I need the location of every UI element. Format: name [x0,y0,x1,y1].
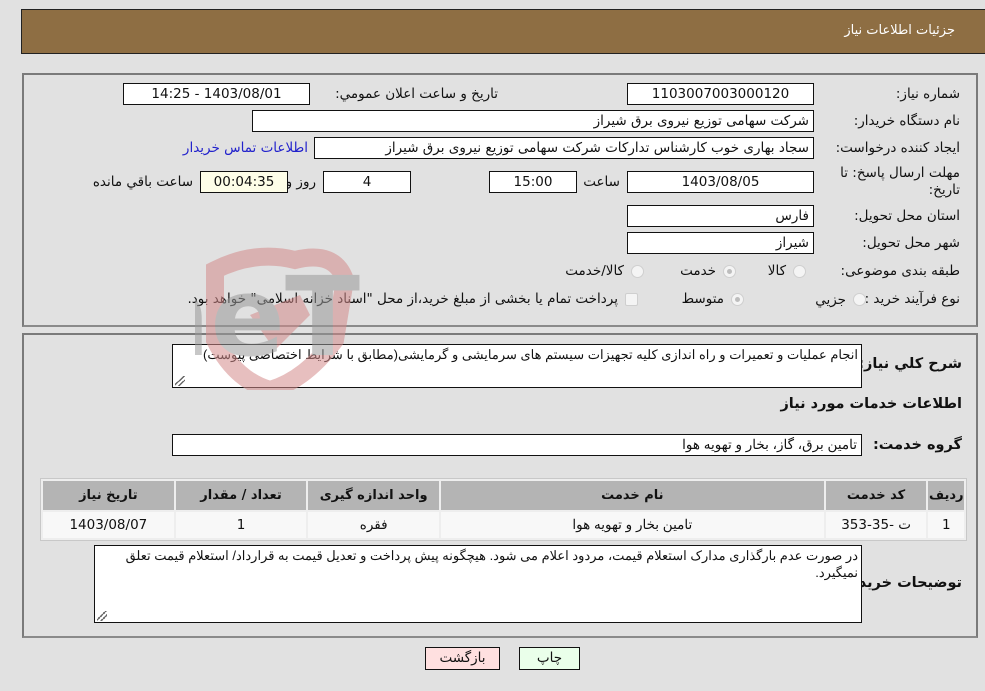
category-label: طبقه بندی موضوعی: [840,263,960,279]
need-number-label: شماره نیاز: [895,86,960,102]
remaining-days-field[interactable]: 4 [323,171,411,193]
col-header-need-date: تاریخ نیاز [43,481,174,510]
process-radio-minor[interactable] [853,293,866,306]
buyer-notes-text: در صورت عدم بارگذاری مدارک استعلام قیمت،… [125,548,858,580]
category-option-goods-service: کالا/خدمت [565,263,624,279]
remaining-time-field[interactable]: 00:04:35 [200,171,288,193]
requester-field[interactable]: سجاد بهاری خوب کارشناس تدارکات شرکت سهام… [314,137,814,159]
table-row: 1 ت -35-353 تامین بخار و تهویه هوا فقره … [43,512,964,538]
cell-service-name: تامین بخار و تهویه هوا [440,512,824,538]
treasury-checkbox[interactable] [625,293,638,306]
deadline-label-date: تاریخ: [928,182,960,198]
announce-datetime-label: تاريخ و ساعت اعلان عمومي: [335,86,498,102]
print-button[interactable]: چاپ [519,647,580,670]
resize-grip-icon[interactable] [175,376,185,386]
buyer-contact-link[interactable]: اطلاعات تماس خریدار [183,140,308,156]
services-table: ردیف کد خدمت نام خدمت واحد اندازه گیری ت… [40,478,967,541]
buyer-org-label: نام دستگاه خریدار: [853,113,960,129]
process-option-minor: جزيي [815,292,846,308]
category-radio-goods-service[interactable] [631,265,644,278]
col-header-unit: واحد اندازه گیری [308,481,439,510]
deadline-time-label: ساعت [583,174,620,190]
cell-row-number: 1 [928,512,964,538]
deadline-date-field[interactable]: 1403/08/05 [627,171,814,193]
category-radio-goods[interactable] [793,265,806,278]
city-label: شهر محل تحویل: [862,235,960,251]
summary-text: انجام عملیات و تعمیرات و راه اندازی کلیه… [203,347,858,362]
col-header-row-number: ردیف [928,481,964,510]
resize-grip-icon[interactable] [97,611,107,621]
summary-label: شرح کلي نياز: [858,356,962,372]
province-field[interactable]: فارس [627,205,814,227]
service-group-label: گروه خدمت: [872,437,962,453]
summary-textarea[interactable]: انجام عملیات و تعمیرات و راه اندازی کلیه… [172,344,862,388]
category-radio-service[interactable] [723,265,736,278]
col-header-quantity: تعداد / مقدار [175,481,307,510]
remaining-time-label: ساعت باقي مانده [92,174,193,190]
cell-quantity: 1 [175,512,307,538]
process-radio-medium[interactable] [731,293,744,306]
need-number-field[interactable]: 1103007003000120 [627,83,814,105]
col-header-service-name: نام خدمت [440,481,824,510]
cell-need-date: 1403/08/07 [43,512,174,538]
page-title: جزئیات اطلاعات نیاز [844,23,955,38]
process-option-medium: متوسط [681,291,724,307]
need-details-panel: شماره نیاز: 1103007003000120 تاريخ و ساع… [22,73,978,327]
cell-service-code: ت -35-353 [825,512,927,538]
city-field[interactable]: شیراز [627,232,814,254]
announce-datetime-field[interactable]: 1403/08/01 - 14:25 [123,83,310,105]
table-header-row: ردیف کد خدمت نام خدمت واحد اندازه گیری ت… [43,481,964,510]
process-type-label: نوع فرآیند خرید : [864,291,960,307]
services-section-title: اطلاعات خدمات مورد نیاز [780,396,962,412]
service-group-field[interactable]: تامین برق، گاز، بخار و تهویه هوا [172,434,862,456]
back-button[interactable]: بازگشت [425,647,500,670]
page-header: جزئیات اطلاعات نیاز [21,9,985,54]
col-header-service-code: کد خدمت [825,481,927,510]
deadline-time-field[interactable]: 15:00 [489,171,577,193]
requester-label: ایجاد کننده درخواست: [835,140,960,156]
cell-unit: فقره [308,512,439,538]
days-label: روز و [285,174,316,190]
buyer-notes-textarea[interactable]: در صورت عدم بارگذاری مدارک استعلام قیمت،… [94,545,862,623]
deadline-label: مهلت ارسال پاسخ: تا [840,165,960,181]
category-option-goods: کالا [767,263,786,279]
treasury-checkbox-label: پرداخت تمام یا بخشی از مبلغ خرید،از محل … [187,291,618,307]
buyer-org-field[interactable]: شرکت سهامی توزیع نیروی برق شیراز [252,110,814,132]
province-label: استان محل تحویل: [854,208,960,224]
category-option-service: خدمت [680,263,716,279]
services-panel: شرح کلي نياز: انجام عملیات و تعمیرات و ر… [22,333,978,638]
